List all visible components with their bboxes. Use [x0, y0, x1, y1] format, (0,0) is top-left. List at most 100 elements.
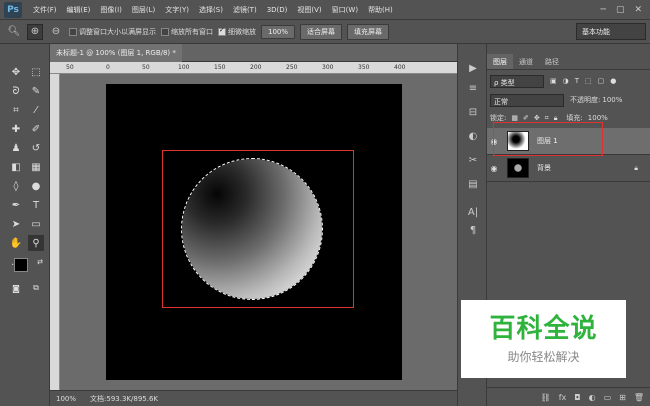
pixel-filter-icon[interactable]: ▣ — [550, 77, 557, 85]
maximize-icon[interactable]: ▢ — [616, 5, 625, 15]
layer-kind-filter[interactable]: ρ 类型 — [490, 74, 544, 88]
menu-help[interactable]: 帮助(H) — [363, 5, 398, 15]
resize-windows-option[interactable]: 调整窗口大小以满屏显示 — [69, 27, 156, 37]
tab-layers[interactable]: 图层 — [487, 54, 513, 69]
gradient-sphere-selection[interactable] — [181, 158, 323, 300]
tools-panel: ✥ ⬚ ᘐ ✎ ⌗ ⁄ ✚ ✐ ♟ ↺ ◧ ▦ ◊ ● ✒ T ➤ ▭ ✋ ⚲ … — [0, 44, 50, 406]
healing-brush-tool-icon[interactable]: ✚ — [8, 121, 24, 137]
layer-row-background[interactable]: ◉ 背景 🔒︎ — [487, 155, 650, 182]
menu-select[interactable]: 选择(S) — [194, 5, 228, 15]
zoom-all-option[interactable]: 缩放所有窗口 — [161, 27, 213, 37]
menu-type[interactable]: 文字(Y) — [160, 5, 194, 15]
character-panel-icon[interactable]: A| — [465, 204, 481, 220]
link-layers-icon[interactable]: ⛓ — [541, 393, 551, 402]
tab-channels[interactable]: 通道 — [513, 54, 539, 69]
zoom-level[interactable]: 100% — [56, 395, 76, 403]
adjustment-layer-icon[interactable]: ◐ — [589, 393, 596, 402]
pen-tool-icon[interactable]: ✒ — [8, 197, 24, 213]
lock-icon: 🔒︎ — [634, 163, 638, 172]
document-canvas[interactable] — [106, 84, 402, 380]
styles-panel-icon[interactable]: ▤ — [465, 176, 481, 192]
document-tab[interactable]: 未标题-1 @ 100% (图层 1, RGB/8) * — [50, 44, 182, 62]
layer-name[interactable]: 背景 — [537, 163, 551, 173]
actions-panel-icon[interactable]: ⊟ — [465, 104, 481, 120]
smart-object-filter-icon[interactable]: ▢ — [598, 77, 605, 85]
menu-filter[interactable]: 滤镜(T) — [228, 5, 262, 15]
zoom-100-button[interactable]: 100% — [261, 24, 296, 39]
screen-mode-icon[interactable]: ⧉ — [28, 280, 44, 296]
quick-select-tool-icon[interactable]: ✎ — [28, 83, 44, 99]
blend-mode-select[interactable]: 正常 — [490, 93, 564, 107]
filter-toggle-icon[interactable]: ● — [610, 77, 616, 85]
fx-icon[interactable]: fx — [559, 393, 567, 402]
libraries-panel-icon[interactable]: ✂ — [465, 152, 481, 168]
workspace-select[interactable]: 基本功能 — [576, 23, 646, 40]
ruler-tick-label: 50 — [66, 64, 74, 71]
ruler-tick-label: 400 — [394, 64, 406, 71]
menu-file[interactable]: 文件(F) — [28, 5, 62, 15]
zoom-all-checkbox[interactable] — [161, 27, 169, 36]
layers-panel-footer: ⛓ fx ◘ ◐ ▭ ⊞ 🗑︎ — [487, 387, 650, 406]
history-panel-icon[interactable]: ▶ — [465, 60, 481, 76]
menu-layer[interactable]: 图层(L) — [127, 5, 160, 15]
properties-panel-icon[interactable]: ≡ — [465, 80, 481, 96]
fit-screen-button[interactable]: 适合屏幕 — [300, 23, 343, 40]
shape-filter-icon[interactable]: ⬚ — [585, 77, 592, 85]
fill-value[interactable]: 100% — [588, 114, 608, 122]
lock-position-icon[interactable]: ✥ — [534, 114, 540, 122]
trash-icon[interactable]: 🗑︎ — [634, 393, 644, 402]
canvas-area[interactable] — [60, 74, 457, 390]
layer-highlight-box — [493, 122, 603, 156]
menu-image[interactable]: 图像(I) — [95, 5, 127, 15]
lasso-tool-icon[interactable]: ᘐ — [8, 83, 24, 99]
dodge-tool-icon[interactable]: ● — [28, 178, 44, 194]
marquee-tool-icon[interactable]: ⬚ — [28, 64, 44, 80]
layer-filter-row: ρ 类型 ▣ ◑ T ⬚ ▢ ● — [490, 74, 647, 88]
tab-paths[interactable]: 路径 — [539, 54, 565, 69]
resize-windows-checkbox[interactable] — [69, 27, 77, 36]
visibility-eye-icon[interactable]: ◉ — [487, 164, 501, 173]
type-filter-icon[interactable]: T — [575, 77, 579, 85]
vertical-ruler — [50, 74, 60, 390]
gradient-tool-icon[interactable]: ▦ — [28, 159, 44, 175]
adjustment-filter-icon[interactable]: ◑ — [563, 77, 569, 85]
menu-window[interactable]: 窗口(W) — [327, 5, 363, 15]
type-tool-icon[interactable]: T — [28, 197, 44, 213]
menu-view[interactable]: 视图(V) — [292, 5, 326, 15]
zoom-out-icon[interactable]: ⊖ — [48, 24, 64, 40]
eyedropper-tool-icon[interactable]: ⁄ — [28, 102, 44, 118]
foreground-color-swatch[interactable] — [14, 258, 28, 272]
hand-tool-icon[interactable]: ✋ — [8, 235, 24, 251]
menu-edit[interactable]: 编辑(E) — [62, 5, 96, 15]
scrubby-zoom-checkbox[interactable] — [218, 26, 226, 36]
ruler-tick-label: 50 — [142, 64, 150, 71]
zoom-tool-icon[interactable]: ⚲ — [28, 235, 44, 251]
paragraph-panel-icon[interactable]: ¶ — [465, 222, 481, 238]
watermark: 百科全说 助你轻松解决 — [461, 300, 626, 378]
opacity-value[interactable]: 100% — [602, 96, 622, 104]
rectangle-tool-icon[interactable]: ▭ — [28, 216, 44, 232]
crop-tool-icon[interactable]: ⌗ — [8, 102, 24, 118]
quick-mask-icon[interactable]: ◙ — [8, 280, 24, 296]
new-layer-icon[interactable]: ⊞ — [619, 393, 626, 402]
scrubby-zoom-option[interactable]: 细微缩放 — [218, 26, 256, 37]
history-brush-tool-icon[interactable]: ↺ — [28, 140, 44, 156]
move-tool-icon[interactable]: ✥ — [8, 64, 24, 80]
blur-tool-icon[interactable]: ◊ — [8, 178, 24, 194]
menu-3d[interactable]: 3D(D) — [262, 6, 293, 14]
fill-screen-button[interactable]: 填充屏幕 — [347, 23, 390, 40]
adjustments-panel-icon[interactable]: ◐ — [465, 128, 481, 144]
lock-paint-icon[interactable]: ✐ — [523, 114, 529, 122]
brush-tool-icon[interactable]: ✐ — [28, 121, 44, 137]
swap-colors-icon[interactable]: ⇄ — [32, 254, 48, 270]
close-icon[interactable]: ✕ — [634, 5, 642, 15]
lock-transparent-icon[interactable]: ▦ — [511, 114, 518, 122]
add-mask-icon[interactable]: ◘ — [574, 393, 580, 402]
clone-stamp-tool-icon[interactable]: ♟ — [8, 140, 24, 156]
path-select-tool-icon[interactable]: ➤ — [8, 216, 24, 232]
zoom-in-icon[interactable]: ⊕ — [27, 23, 43, 40]
minimize-icon[interactable]: ─ — [601, 5, 606, 15]
eraser-tool-icon[interactable]: ◧ — [8, 159, 24, 175]
new-group-icon[interactable]: ▭ — [604, 393, 612, 402]
zoom-tool-preset-icon[interactable]: 🔍︎ — [6, 24, 22, 40]
